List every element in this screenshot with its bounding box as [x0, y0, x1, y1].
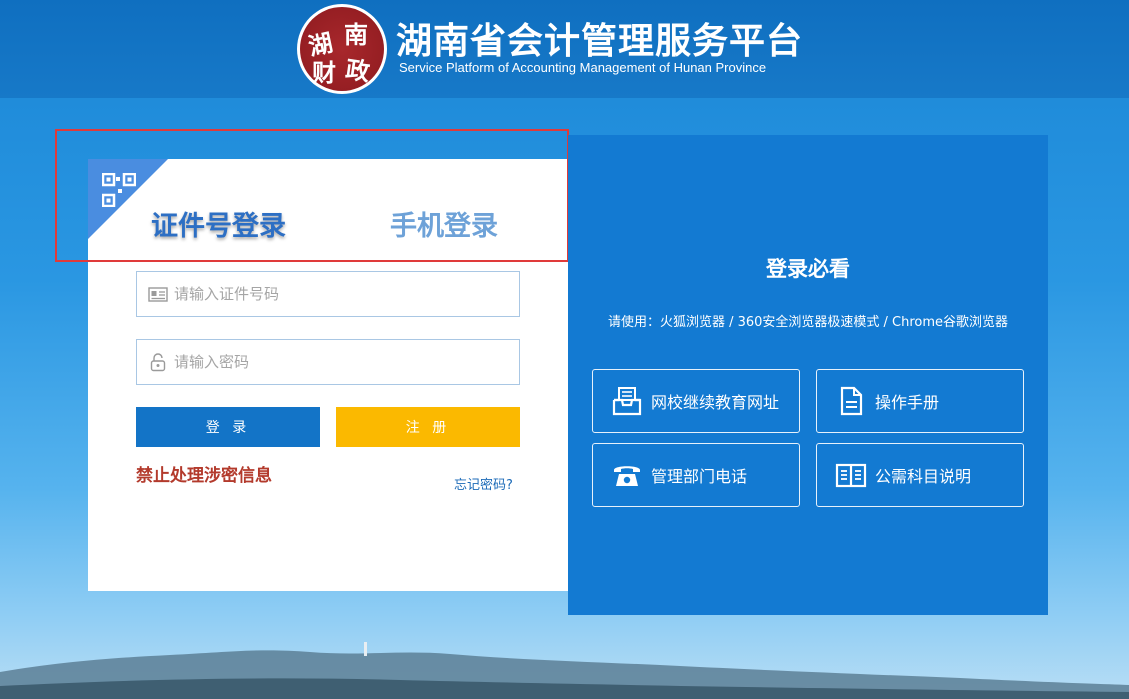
user-manual-link[interactable]: 操作手册: [816, 369, 1024, 433]
info-title: 登录必看: [766, 257, 850, 281]
public-course-info-link[interactable]: 公需科目说明: [816, 443, 1024, 507]
link-label: 管理部门电话: [651, 467, 748, 486]
admin-phone-link[interactable]: 管理部门电话: [592, 443, 800, 507]
id-number-input[interactable]: [174, 285, 494, 303]
link-label: 操作手册: [875, 393, 940, 412]
password-input[interactable]: [174, 353, 494, 371]
login-button[interactable]: 登 录: [136, 407, 320, 447]
forgot-password-link[interactable]: 忘记密码?: [454, 474, 513, 493]
seal-inner: 湖 南 财 政: [300, 7, 384, 91]
link-label: 公需科目说明: [875, 467, 972, 486]
seal-char-3: 财: [312, 58, 336, 87]
inbox-icon: [612, 387, 642, 416]
info-panel: 登录必看 请使用：火狐浏览器 / 360安全浏览器极速模式 / Chrome谷歌…: [568, 135, 1048, 615]
seal-char-4: 政: [343, 54, 372, 87]
seal-char-2: 南: [344, 20, 368, 49]
id-card-icon: [148, 287, 168, 302]
site-subtitle: Service Platform of Accounting Managemen…: [399, 60, 767, 75]
lock-icon: [150, 353, 166, 372]
register-button[interactable]: 注 册: [336, 407, 520, 447]
tab-phone-login[interactable]: 手机登录: [390, 204, 498, 243]
id-number-field[interactable]: [136, 271, 520, 317]
book-icon: [835, 463, 867, 488]
link-label: 网校继续教育网址: [651, 393, 780, 412]
browser-note: 请使用：火狐浏览器 / 360安全浏览器极速模式 / Chrome谷歌浏览器: [607, 315, 1009, 330]
qr-code-icon[interactable]: [102, 173, 136, 207]
login-panel: 证件号登录 手机登录 登 录 注 册 禁止处理涉密信息 忘记密码?: [88, 159, 568, 591]
password-field[interactable]: [136, 339, 520, 385]
site-title: 湖南省会计管理服务平台: [396, 21, 804, 62]
phone-icon: [614, 466, 640, 486]
classified-info-warning: 禁止处理涉密信息: [136, 466, 272, 486]
hunan-finance-seal-logo: 湖 南 财 政: [297, 4, 387, 94]
document-icon: [840, 386, 863, 416]
online-education-link[interactable]: 网校继续教育网址: [592, 369, 800, 433]
tab-cert-login[interactable]: 证件号登录: [151, 204, 286, 243]
